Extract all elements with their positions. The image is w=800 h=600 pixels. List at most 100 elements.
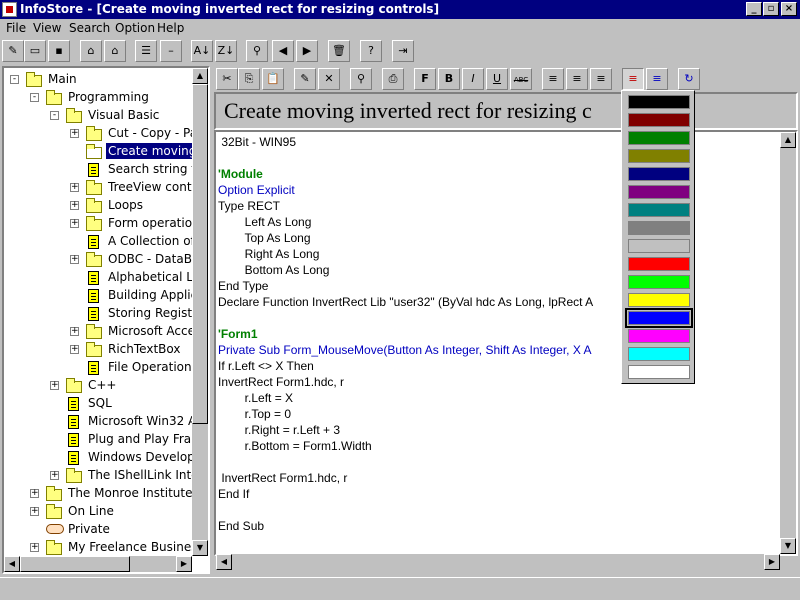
align-center-button[interactable]: ≡ (566, 68, 588, 90)
sort-desc-button[interactable]: Z↓ (215, 40, 237, 62)
scroll-up-arrow-icon[interactable]: ▲ (192, 68, 208, 84)
close-button[interactable]: × (781, 2, 797, 16)
tree-node[interactable]: Building Applica (4, 287, 205, 305)
back-color-button[interactable]: ≡ (646, 68, 668, 90)
expand-icon[interactable]: + (70, 129, 79, 138)
unlock-button[interactable]: ⌂ (104, 40, 126, 62)
tree-node[interactable]: + Form operation (4, 215, 200, 233)
scroll-left-arrow-icon[interactable]: ◀ (4, 556, 20, 572)
tree-node[interactable]: Windows Develope (4, 449, 202, 467)
tree-node[interactable]: + The Monroe Institute (4, 485, 194, 503)
expand-icon[interactable]: + (30, 507, 39, 516)
print-button[interactable]: ⎙ (382, 68, 404, 90)
color-swatch[interactable] (628, 185, 690, 199)
tree-hscroll-thumb[interactable] (20, 556, 130, 572)
tree-node[interactable]: + Microsoft Acces (4, 323, 201, 341)
trash-button[interactable]: 🗑 (328, 40, 350, 62)
underline-button[interactable]: U (486, 68, 508, 90)
font-button[interactable]: F (414, 68, 436, 90)
tree-node[interactable]: Search string fo (4, 161, 203, 179)
tree-node[interactable]: + TreeView contro (4, 179, 204, 197)
find-button[interactable]: ⚲ (246, 40, 268, 62)
note-title[interactable]: Create moving inverted rect for resizing… (214, 92, 798, 130)
tree-node[interactable]: Plug and Play Fram (4, 431, 203, 449)
forward-button[interactable]: ▶ (296, 40, 318, 62)
cut-button[interactable]: ✂ (216, 68, 238, 90)
color-swatch[interactable] (628, 149, 690, 163)
refresh-button[interactable]: ↻ (678, 68, 700, 90)
color-swatch[interactable] (628, 347, 690, 361)
scroll-left-arrow-icon[interactable]: ◀ (216, 554, 232, 570)
dash-button[interactable]: – (160, 40, 182, 62)
tree-node[interactable]: + My Freelance Business (4, 539, 204, 557)
restore-button[interactable]: ▫ (763, 2, 779, 16)
expand-icon[interactable]: + (50, 381, 59, 390)
menu-option[interactable]: Option (115, 21, 155, 35)
expand-icon[interactable]: + (50, 471, 59, 480)
tree-node[interactable]: + Cut - Copy - Pas (4, 125, 203, 143)
scroll-down-arrow-icon[interactable]: ▼ (780, 538, 796, 554)
expand-icon[interactable]: + (70, 201, 79, 210)
tree-node[interactable]: Alphabetical Lis (4, 269, 203, 287)
tree-node[interactable]: + RichTextBox (4, 341, 194, 359)
new-button[interactable]: ✎ (2, 40, 24, 62)
edit-button[interactable]: ✎ (294, 68, 316, 90)
color-swatch[interactable] (628, 221, 690, 235)
text-color-button[interactable]: ≡ (622, 68, 644, 90)
bold-button[interactable]: B (438, 68, 460, 90)
list-button[interactable]: ☰ (135, 40, 157, 62)
color-swatch[interactable] (628, 275, 690, 289)
tree-node[interactable]: - Visual Basic (4, 107, 194, 125)
italic-button[interactable]: I (462, 68, 484, 90)
tree-node[interactable]: File Operations (4, 359, 198, 377)
expand-icon[interactable]: + (70, 327, 79, 336)
save-button[interactable]: ▪ (48, 40, 70, 62)
delete-button[interactable]: ✕ (318, 68, 340, 90)
color-swatch[interactable] (628, 365, 690, 379)
menu-search[interactable]: Search (69, 21, 110, 35)
color-swatch[interactable] (628, 293, 690, 307)
scroll-up-arrow-icon[interactable]: ▲ (780, 132, 796, 148)
sort-asc-button[interactable]: A↓ (191, 40, 213, 62)
color-swatch[interactable] (628, 95, 690, 109)
lock-button[interactable]: ⌂ (80, 40, 102, 62)
tree-node[interactable]: + On Line (4, 503, 194, 521)
tree-node[interactable]: + C++ (4, 377, 194, 395)
tree-vscrollbar[interactable]: ▲ ▼ (192, 68, 208, 556)
color-swatch[interactable] (625, 308, 693, 328)
tree-hscrollbar[interactable]: ◀ ▶ (4, 556, 192, 572)
align-left-button[interactable]: ≡ (542, 68, 564, 90)
expand-icon[interactable]: + (70, 183, 79, 192)
app-icon[interactable] (2, 2, 17, 17)
tree-scroll-thumb[interactable] (192, 84, 208, 424)
color-swatch[interactable] (628, 167, 690, 181)
color-swatch[interactable] (628, 203, 690, 217)
tree-node[interactable]: + Loops (4, 197, 194, 215)
tree-node[interactable]: SQL (4, 395, 194, 413)
align-right-button[interactable]: ≡ (590, 68, 612, 90)
expand-icon[interactable]: + (30, 489, 39, 498)
expand-icon[interactable]: + (70, 345, 79, 354)
menu-help[interactable]: Help (157, 21, 184, 35)
tree-node[interactable]: Microsoft Win32 AP (4, 413, 204, 431)
menu-file[interactable]: File (6, 21, 26, 35)
color-swatch[interactable] (628, 131, 690, 145)
expand-icon[interactable]: + (70, 255, 79, 264)
scroll-right-arrow-icon[interactable]: ▶ (176, 556, 192, 572)
color-swatch[interactable] (628, 113, 690, 127)
color-swatch[interactable] (628, 257, 690, 271)
menu-view[interactable]: View (33, 21, 61, 35)
tree-node[interactable]: Storing Registra (4, 305, 204, 323)
tree-view[interactable]: - Main - Programming - Visual Basic + Cut - Cop… (2, 66, 210, 574)
color-swatch[interactable] (628, 329, 690, 343)
expand-icon[interactable]: + (70, 219, 79, 228)
tree-node[interactable]: A Collection of U (4, 233, 207, 251)
exit-button[interactable]: ⇥ (392, 40, 414, 62)
collapse-icon[interactable]: - (50, 111, 59, 120)
note-editor[interactable]: 32Bit - WIN95 'Module Option Explicit Type … (214, 130, 798, 556)
minimize-button[interactable]: _ (746, 2, 762, 16)
scroll-down-arrow-icon[interactable]: ▼ (192, 540, 208, 556)
collapse-icon[interactable]: - (30, 93, 39, 102)
scroll-right-arrow-icon[interactable]: ▶ (764, 554, 780, 570)
color-swatch[interactable] (628, 239, 690, 253)
